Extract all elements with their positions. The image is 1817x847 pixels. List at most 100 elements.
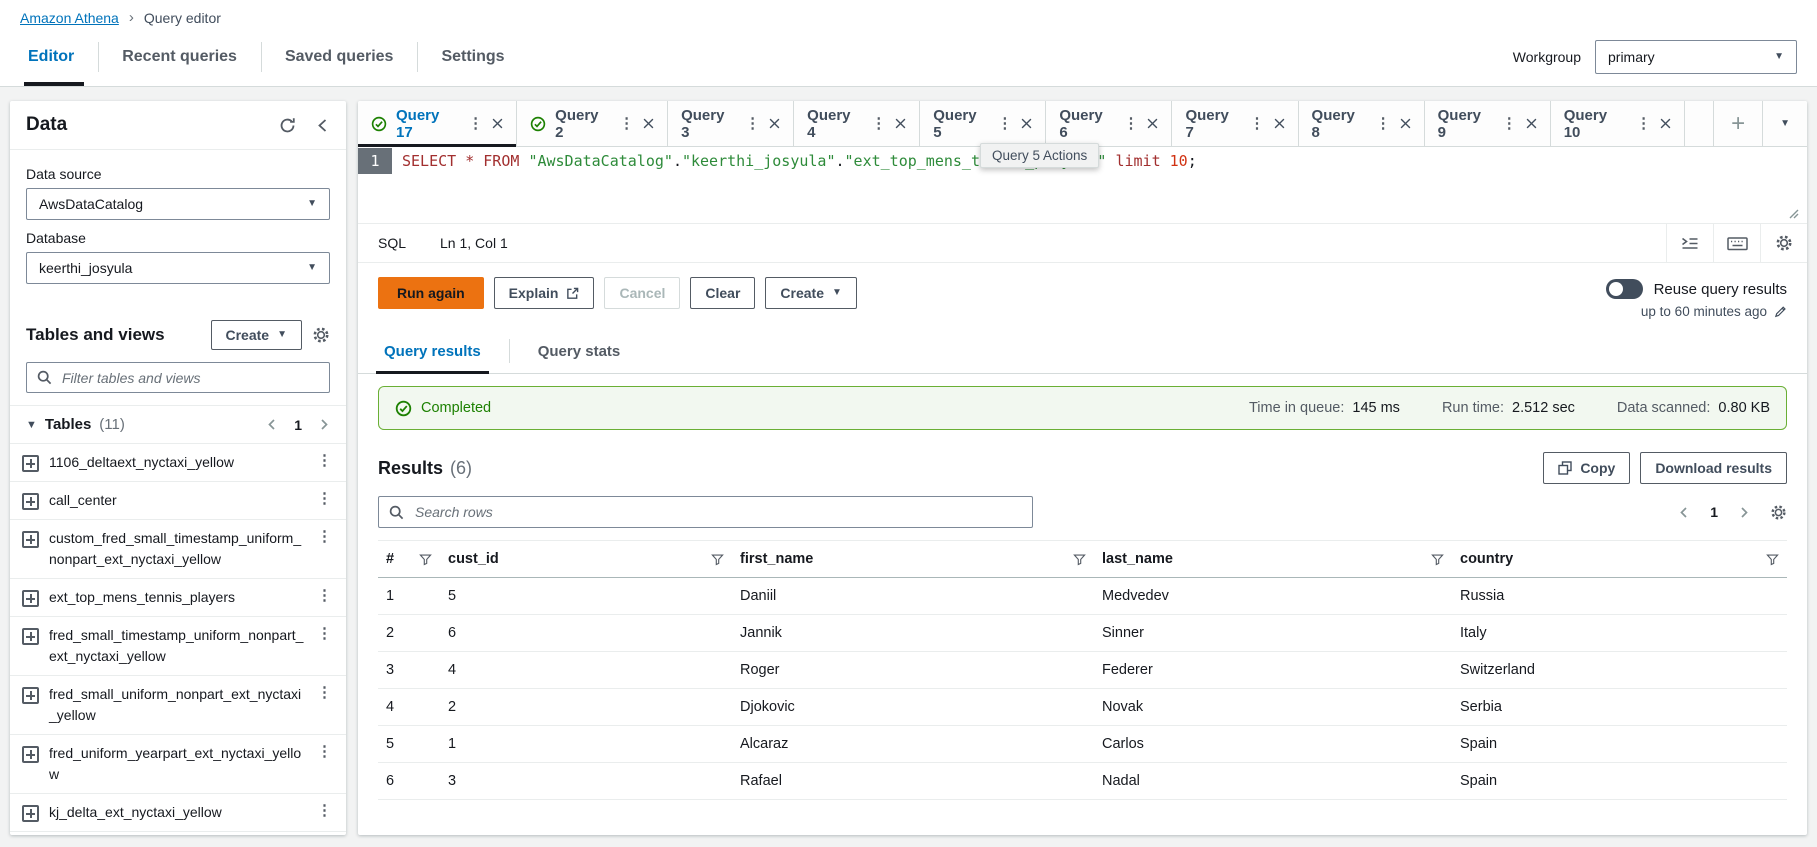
tab-query-results[interactable]: Query results [378,329,487,373]
table-actions-icon[interactable]: ⋮ [317,490,332,508]
expand-table-icon[interactable] [22,493,39,510]
table-list-item[interactable]: call_center ⋮ [10,481,346,519]
query-tab[interactable]: Query 5 ⋮ [920,101,1046,146]
create-button[interactable]: Create ▼ [211,320,303,350]
tables-page-number[interactable]: 1 [294,417,302,433]
expand-table-icon[interactable] [22,590,39,607]
download-results-button[interactable]: Download results [1640,452,1787,484]
query-tab-actions-icon[interactable]: ⋮ [619,115,634,133]
query-tab-close-icon[interactable] [643,118,654,129]
query-tab[interactable]: Query 2 ⋮ [517,101,668,146]
expand-table-icon[interactable] [22,531,39,548]
expand-table-icon[interactable] [22,805,39,822]
query-tab-close-icon[interactable] [1021,118,1032,129]
tab-recent-queries[interactable]: Recent queries [98,28,261,86]
query-tab-overflow-button[interactable]: ▼ [1762,101,1807,146]
query-tab-close-icon[interactable] [769,118,780,129]
query-tab-close-icon[interactable] [1526,118,1537,129]
query-tab[interactable]: Query 7 ⋮ [1172,101,1298,146]
query-tab-actions-icon[interactable]: ⋮ [1250,115,1265,133]
query-tab-actions-icon[interactable]: ⋮ [1376,115,1391,133]
expand-table-icon[interactable] [22,455,39,472]
query-tab-close-icon[interactable] [1274,118,1285,129]
tab-saved-queries[interactable]: Saved queries [261,28,418,86]
filter-funnel-icon[interactable] [1073,553,1086,566]
results-prev-page-icon[interactable] [1678,506,1690,519]
clear-button[interactable]: Clear [690,277,755,309]
table-actions-icon[interactable]: ⋮ [317,587,332,605]
tables-next-page-icon[interactable] [318,418,330,431]
results-page-number[interactable]: 1 [1710,504,1718,520]
filter-tables-input[interactable] [60,369,319,387]
refresh-icon[interactable] [279,117,296,134]
query-tab[interactable]: Query 8 ⋮ [1299,101,1425,146]
copy-button[interactable]: Copy [1543,452,1630,484]
collapse-panel-icon[interactable] [316,118,330,133]
results-settings-gear-icon[interactable] [1770,504,1787,521]
filter-funnel-icon[interactable] [711,553,724,566]
query-tab[interactable]: Query 3 ⋮ [668,101,794,146]
table-actions-icon[interactable]: ⋮ [317,625,332,643]
table-list-item[interactable]: 1106_deltaext_nyctaxi_yellow ⋮ [10,443,346,481]
data-source-select[interactable]: AwsDataCatalog ▼ [26,188,330,220]
table-list-item[interactable]: kj_delta_ext_nyctaxi_yellow ⋮ [10,793,346,831]
tables-prev-page-icon[interactable] [266,418,278,431]
filter-tables-field[interactable] [26,362,330,393]
run-again-button[interactable]: Run again [378,277,484,309]
new-query-tab-button[interactable]: + [1713,101,1762,146]
caret-down-icon[interactable]: ▼ [26,419,37,431]
filter-funnel-icon[interactable] [419,553,432,566]
explain-button[interactable]: Explain [494,277,595,309]
tab-query-stats[interactable]: Query stats [532,329,627,373]
query-tab[interactable]: Query 6 ⋮ [1046,101,1172,146]
table-list-item[interactable]: ext_top_mens_tennis_players ⋮ [10,578,346,616]
filter-funnel-icon[interactable] [1431,553,1444,566]
gear-icon[interactable] [1760,224,1807,262]
query-tab-actions-icon[interactable]: ⋮ [997,115,1012,133]
query-tab[interactable]: Query 10 ⋮ [1551,101,1685,146]
query-tab-actions-icon[interactable]: ⋮ [745,115,760,133]
search-rows-field[interactable] [378,496,1033,528]
table-actions-icon[interactable]: ⋮ [317,743,332,761]
expand-table-icon[interactable] [22,746,39,763]
query-tab[interactable]: Query 9 ⋮ [1425,101,1551,146]
query-tab-close-icon[interactable] [492,118,503,129]
query-tab-close-icon[interactable] [895,118,906,129]
query-tab-actions-icon[interactable]: ⋮ [1502,115,1517,133]
table-list-item[interactable]: fred_uniform_yearpart_ext_nyctaxi_yellow… [10,734,346,793]
query-tab-actions-icon[interactable]: ⋮ [1123,115,1138,133]
gear-icon[interactable] [312,326,330,344]
format-indent-icon[interactable] [1666,224,1713,262]
table-actions-icon[interactable]: ⋮ [317,684,332,702]
breadcrumb-link-athena[interactable]: Amazon Athena [20,10,119,26]
query-tab-close-icon[interactable] [1660,118,1671,129]
table-list-item[interactable]: metadata ⋮ [10,831,346,835]
create-dropdown-button[interactable]: Create ▼ [765,277,857,309]
cancel-button[interactable]: Cancel [604,277,680,309]
tables-group-header[interactable]: ▼ Tables (11) 1 [10,405,346,443]
table-list-item[interactable]: fred_small_timestamp_uniform_nonpart_ext… [10,616,346,675]
database-select[interactable]: keerthi_josyula ▼ [26,252,330,284]
query-tab-actions-icon[interactable]: ⋮ [871,115,886,133]
filter-funnel-icon[interactable] [1766,553,1779,566]
query-tab-close-icon[interactable] [1147,118,1158,129]
query-tab[interactable]: Query 4 ⋮ [794,101,920,146]
table-list-item[interactable]: fred_small_uniform_nonpart_ext_nyctaxi_y… [10,675,346,734]
query-tab-close-icon[interactable] [1400,118,1411,129]
keyboard-icon[interactable] [1713,224,1760,262]
edit-pencil-icon[interactable] [1774,305,1787,318]
table-list-item[interactable]: custom_fred_small_timestamp_uniform_nonp… [10,519,346,578]
reuse-results-toggle[interactable] [1606,279,1643,299]
expand-table-icon[interactable] [22,628,39,645]
expand-table-icon[interactable] [22,687,39,704]
results-next-page-icon[interactable] [1738,506,1750,519]
workgroup-select[interactable]: primary ▼ [1595,40,1797,74]
table-actions-icon[interactable]: ⋮ [317,528,332,546]
query-tab-actions-icon[interactable]: ⋮ [1636,115,1651,133]
query-tab[interactable]: Query 17 ⋮ [358,101,517,146]
table-actions-icon[interactable]: ⋮ [317,802,332,820]
editor-resize-handle[interactable] [1787,207,1799,219]
table-actions-icon[interactable]: ⋮ [317,452,332,470]
sql-editor[interactable]: 1 SELECT * FROM "AwsDataCatalog"."keerth… [358,147,1807,223]
search-rows-input[interactable] [413,503,1022,521]
